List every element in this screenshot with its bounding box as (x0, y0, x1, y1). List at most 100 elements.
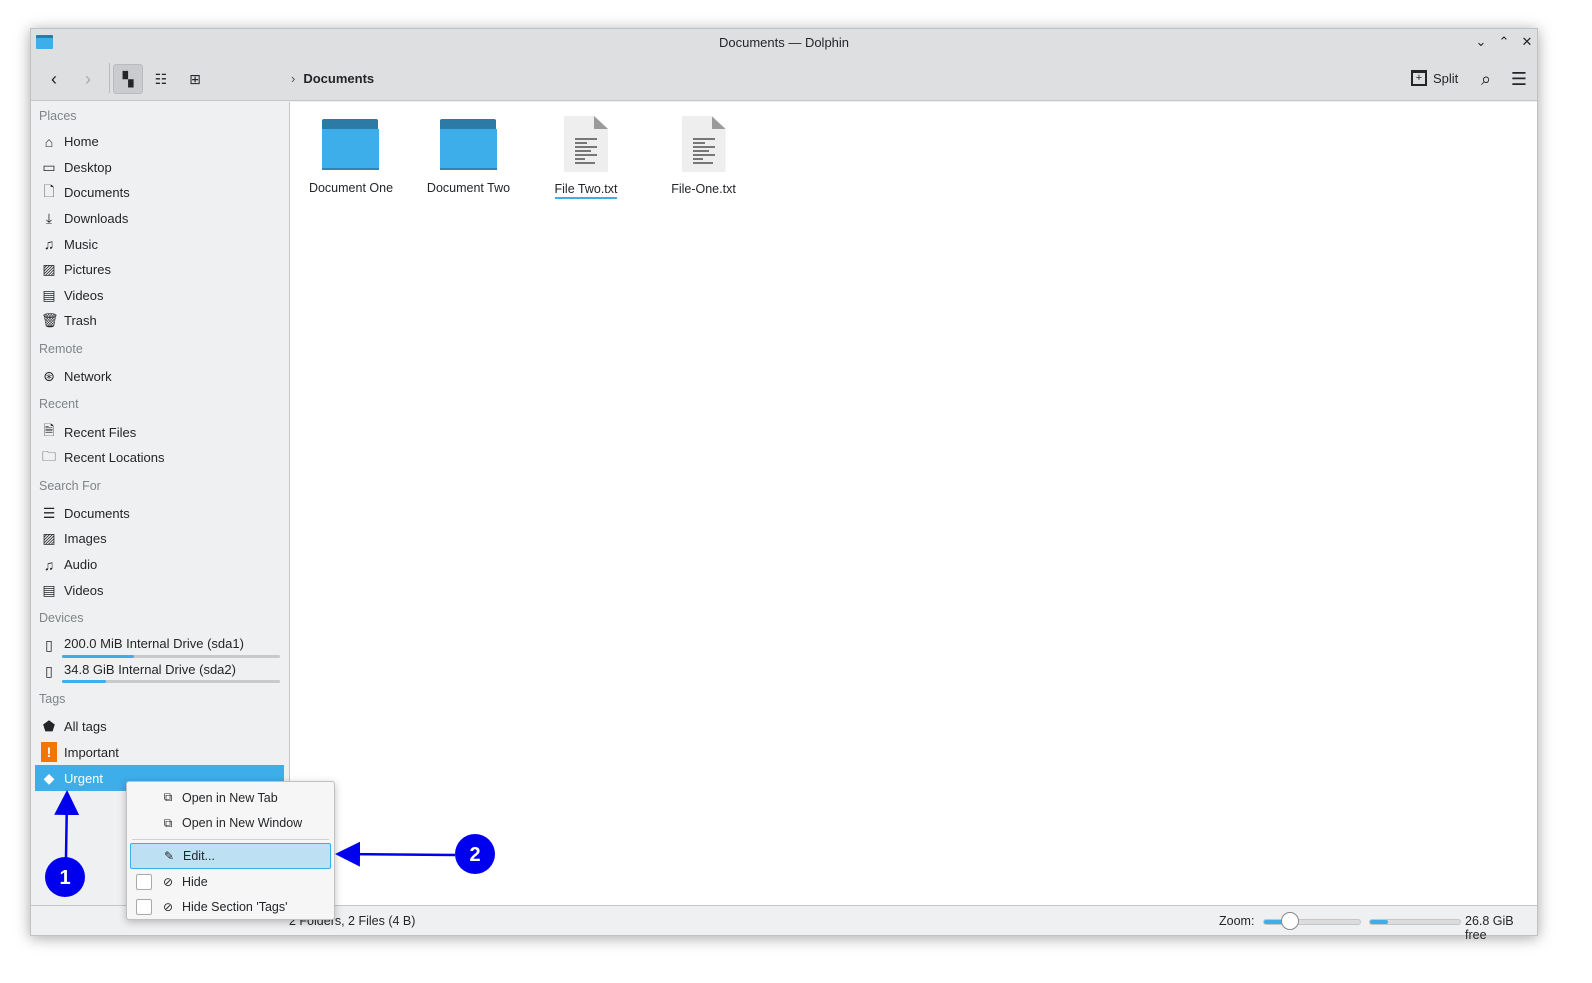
sidebar-item-label: Recent Files (64, 424, 137, 440)
important-icon: ! (41, 742, 57, 763)
file-name: File-One.txt (671, 182, 736, 196)
sidebar-item-label: Pictures (64, 262, 111, 278)
menu-hide-section[interactable]: ⊘ Hide Section 'Tags' (130, 894, 331, 920)
sidebar-item-label: All tags (64, 719, 107, 735)
sidebar-item-network[interactable]: ⊛ Network (35, 364, 284, 390)
zoom-slider[interactable] (1263, 912, 1361, 930)
zoom-label: Zoom: (1219, 914, 1255, 928)
toolbar: ‹ › ▚ ☷ ⊞ › Documents + Split ⌕ ☰ (31, 56, 1537, 101)
context-menu: ⧉ Open in New Tab ⧉ Open in New Window ✎ Ed… (126, 781, 335, 920)
split-button[interactable]: + Split (1411, 70, 1458, 86)
sidebar-item-recent-locations[interactable]: 🗀 Recent Locations (35, 445, 284, 471)
tags-icon: ⬟ (42, 718, 56, 735)
sidebar-item-desktop[interactable]: ▭ Desktop (35, 155, 284, 181)
sidebar-item-music[interactable]: ♫ Music (35, 231, 284, 257)
videos-icon: ▤ (42, 581, 56, 598)
toolbar-separator (109, 63, 110, 93)
file-item[interactable]: File-One.txt (649, 116, 759, 196)
window-title: Documents — Dolphin (718, 35, 850, 50)
sidebar-item-label: Trash (64, 313, 97, 329)
sidebar-item-label: Downloads (64, 211, 129, 227)
sidebar-item-audio[interactable]: ♫ Audio (35, 552, 284, 578)
section-header-recent: Recent (39, 397, 79, 412)
file-name: Document One (308, 181, 394, 195)
menu-hide[interactable]: ⊘ Hide (130, 869, 331, 895)
hide-checkbox[interactable] (136, 873, 152, 890)
sidebar-item-home[interactable]: ⌂ Home (35, 129, 284, 155)
sidebar-item-label: Documents (64, 505, 130, 521)
sidebar-item-important[interactable]: ! Important (35, 740, 284, 766)
close-button[interactable]: ✕ (1517, 32, 1537, 52)
new-window-icon: ⧉ (163, 815, 173, 830)
details-view-button[interactable]: ⊞ (180, 64, 210, 94)
home-icon: ⌂ (44, 133, 54, 150)
file-view[interactable]: Document One Document Two File Two.txt File… (289, 102, 1537, 905)
music-icon: ♫ (43, 236, 55, 253)
sidebar-item-videos[interactable]: ▤ Videos (35, 577, 284, 603)
drive-icon: ▯ (45, 637, 53, 654)
sidebar-item-documents[interactable]: 🗋 Documents (35, 180, 284, 206)
sidebar-item-videos[interactable]: ▤ Videos (35, 283, 284, 309)
sidebar-item-recent-files[interactable]: 🗎 Recent Files (35, 419, 284, 445)
free-space-bar (1369, 919, 1461, 925)
sidebar-item-downloads[interactable]: ⤓ Downloads (35, 206, 284, 232)
forward-button[interactable]: › (73, 64, 103, 94)
menu-button[interactable]: ☰ (1504, 64, 1534, 94)
hide-section-checkbox[interactable] (136, 899, 152, 916)
sidebar-item-label: Important (64, 744, 119, 760)
recent-locations-icon: 🗀 (42, 447, 56, 464)
desktop-icon: ▭ (42, 158, 56, 175)
hamburger-menu-icon: ☰ (1510, 68, 1528, 89)
sidebar-item-label: Music (64, 236, 98, 252)
tag-icon: ◆ (43, 769, 55, 786)
drive-usage-bar (62, 680, 280, 684)
menu-open-new-window[interactable]: ⧉ Open in New Window (130, 811, 331, 837)
file-item[interactable]: File Two.txt (531, 116, 641, 199)
back-button[interactable]: ‹ (39, 64, 69, 94)
search-icon: ⌕ (1480, 68, 1492, 89)
section-header-remote: Remote (39, 341, 83, 356)
breadcrumb-documents[interactable]: Documents (303, 71, 374, 86)
compact-view-button[interactable]: ☷ (146, 64, 176, 94)
zoom-slider-handle[interactable] (1281, 912, 1299, 930)
sidebar-item-label: Urgent (64, 770, 104, 786)
sidebar-item-label: 34.8 GiB Internal Drive (sda2) (64, 661, 236, 677)
sidebar-item-trash[interactable]: 🗑 Trash (35, 308, 284, 334)
sidebar-item-200-0-mib-internal-drive-sda1-[interactable]: ▯ 200.0 MiB Internal Drive (sda1) (35, 633, 284, 659)
hidden-icon: ⊘ (162, 874, 174, 889)
menu-label: Open in New Tab (182, 790, 278, 805)
file-name: Document Two (426, 181, 511, 195)
section-header-search-for: Search For (39, 478, 101, 493)
menu-separator (132, 839, 329, 841)
sidebar-item-label: Documents (64, 185, 130, 201)
text-file-icon (564, 116, 608, 172)
sidebar-item-images[interactable]: ▨ Images (35, 526, 284, 552)
maximize-button[interactable]: ⌃ (1494, 32, 1514, 52)
split-icon: + (1411, 70, 1427, 86)
sidebar-item-label: 200.0 MiB Internal Drive (sda1) (64, 636, 244, 652)
menu-edit[interactable]: ✎ Edit... (130, 843, 331, 869)
sidebar-item-label: Desktop (64, 159, 112, 175)
downloads-icon: ⤓ (45, 210, 53, 227)
folder-icon (439, 119, 498, 171)
folder-item[interactable]: Document Two (414, 116, 524, 195)
menu-open-new-tab[interactable]: ⧉ Open in New Tab (130, 785, 331, 811)
title-bar: Documents — Dolphin ⌄ ⌃ ✕ (31, 29, 1537, 56)
file-name: File Two.txt (554, 182, 618, 199)
sidebar-item-documents[interactable]: ☰ Documents (35, 501, 284, 527)
sidebar-item-label: Network (64, 369, 112, 385)
sidebar-item-pictures[interactable]: ▨ Pictures (35, 257, 284, 283)
chevron-right-icon: › (291, 71, 296, 86)
breadcrumb[interactable]: › Documents (291, 71, 374, 86)
sidebar-item-all-tags[interactable]: ⬟ All tags (35, 714, 284, 740)
icons-view-button[interactable]: ▚ (113, 64, 143, 94)
trash-icon: 🗑 (41, 312, 59, 329)
minimize-button[interactable]: ⌄ (1471, 32, 1491, 52)
pencil-icon: ✎ (163, 848, 175, 863)
sidebar-item-34-8-gib-internal-drive-sda2-[interactable]: ▯ 34.8 GiB Internal Drive (sda2) (35, 659, 284, 685)
drive-usage-bar (62, 654, 280, 658)
documents-search-icon: ☰ (42, 504, 56, 521)
search-button[interactable]: ⌕ (1471, 64, 1501, 94)
folder-item[interactable]: Document One (296, 116, 406, 195)
sidebar-item-label: Images (64, 531, 107, 547)
